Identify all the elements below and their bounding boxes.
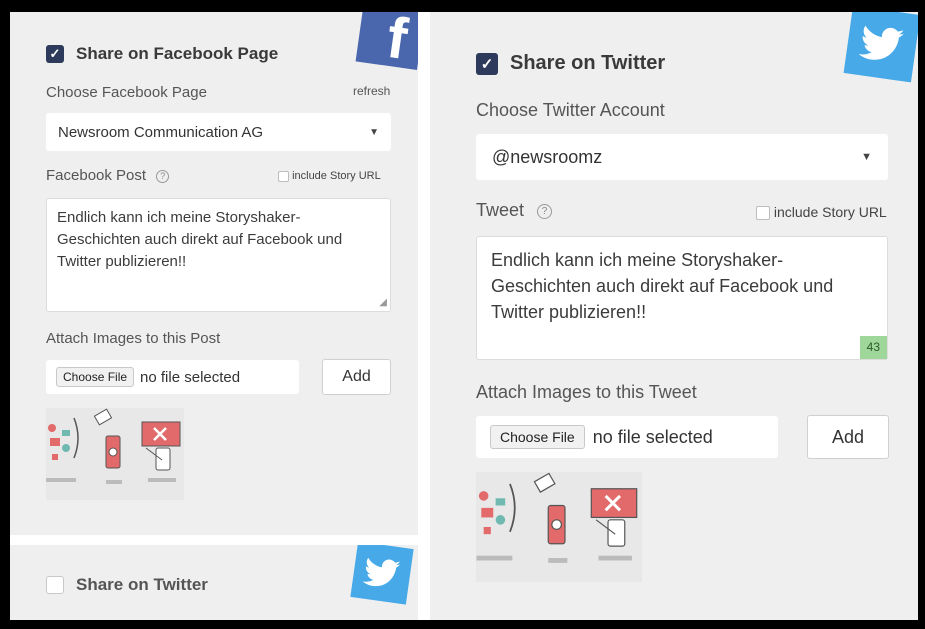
facebook-post-textarea[interactable]: Endlich kann ich meine Storyshaker-Gesch… <box>46 198 391 312</box>
storyshaker-illustration-icon <box>46 408 184 500</box>
twitter-account-value: @newsroomz <box>492 146 603 167</box>
facebook-share-panel: f ✓ Share on Facebook Page Choose Facebo… <box>10 12 418 535</box>
facebook-post-label-row: Facebook Post ? <box>46 167 170 184</box>
twitter-collapsed-share-checkbox[interactable] <box>46 576 64 594</box>
tweet-label-row: Tweet ? <box>476 200 553 221</box>
twitter-add-button[interactable]: Add <box>807 415 889 459</box>
refresh-link[interactable]: refresh <box>353 84 390 98</box>
facebook-logo-icon: f <box>355 12 418 71</box>
twitter-logo-icon <box>350 545 414 605</box>
twitter-logo-icon <box>843 12 918 83</box>
facebook-page-value: Newsroom Communication AG <box>58 123 264 141</box>
facebook-page-select[interactable]: Newsroom Communication AG ▼ <box>46 113 391 151</box>
twitter-choose-file-button[interactable]: Choose File <box>490 425 585 449</box>
include-url-label: include Story URL <box>292 170 381 182</box>
include-url-checkbox[interactable] <box>756 206 770 221</box>
twitter-share-panel: ✓ Share on Twitter Choose Twitter Accoun… <box>430 12 918 620</box>
chevron-down-icon: ▼ <box>861 151 872 163</box>
facebook-include-url-row[interactable]: include Story URL <box>278 170 381 182</box>
facebook-share-label: Share on Facebook Page <box>76 44 279 63</box>
twitter-attached-image-thumbnail[interactable] <box>476 472 642 582</box>
twitter-collapsed-share-row[interactable]: Share on Twitter <box>46 575 208 595</box>
include-url-checkbox[interactable] <box>278 170 289 182</box>
facebook-attach-label: Attach Images to this Post <box>46 330 221 347</box>
choose-twitter-account-label: Choose Twitter Account <box>476 100 665 120</box>
facebook-post-text: Endlich kann ich meine Storyshaker-Gesch… <box>57 209 343 270</box>
choose-facebook-page-label: Choose Facebook Page <box>46 84 207 101</box>
facebook-choose-file-button[interactable]: Choose File <box>56 367 135 387</box>
twitter-collapsed-panel: Share on Twitter <box>10 545 418 620</box>
facebook-post-label: Facebook Post <box>46 167 147 184</box>
twitter-share-label: Share on Twitter <box>510 52 666 74</box>
twitter-include-url-row[interactable]: include Story URL <box>756 204 887 221</box>
twitter-attach-label: Attach Images to this Tweet <box>476 382 697 402</box>
char-count-badge: 43 <box>859 335 887 359</box>
twitter-account-select[interactable]: @newsroomz ▼ <box>476 134 888 180</box>
resize-handle-icon[interactable]: ◢ <box>379 296 387 311</box>
facebook-file-input[interactable]: Choose File no file selected <box>46 360 299 394</box>
facebook-share-checkbox[interactable]: ✓ <box>46 45 64 63</box>
twitter-file-input[interactable]: Choose File no file selected <box>476 416 778 458</box>
twitter-share-checkbox[interactable]: ✓ <box>476 52 498 75</box>
tweet-label: Tweet <box>476 200 525 220</box>
storyshaker-illustration-icon <box>476 472 642 582</box>
facebook-no-file-text: no file selected <box>140 368 241 386</box>
help-icon[interactable]: ? <box>537 203 553 219</box>
facebook-add-button[interactable]: Add <box>322 359 391 395</box>
tweet-textarea[interactable]: Endlich kann ich meine Storyshaker-Gesch… <box>476 236 888 360</box>
twitter-collapsed-share-label: Share on Twitter <box>76 575 208 594</box>
tweet-text: Endlich kann ich meine Storyshaker-Gesch… <box>491 250 834 323</box>
twitter-share-row[interactable]: ✓ Share on Twitter <box>476 52 665 75</box>
include-url-label: include Story URL <box>773 204 887 220</box>
chevron-down-icon: ▼ <box>369 126 379 138</box>
help-icon[interactable]: ? <box>156 169 170 183</box>
twitter-no-file-text: no file selected <box>592 426 713 447</box>
facebook-share-row[interactable]: ✓ Share on Facebook Page <box>46 44 278 64</box>
facebook-attached-image-thumbnail[interactable] <box>46 408 184 500</box>
